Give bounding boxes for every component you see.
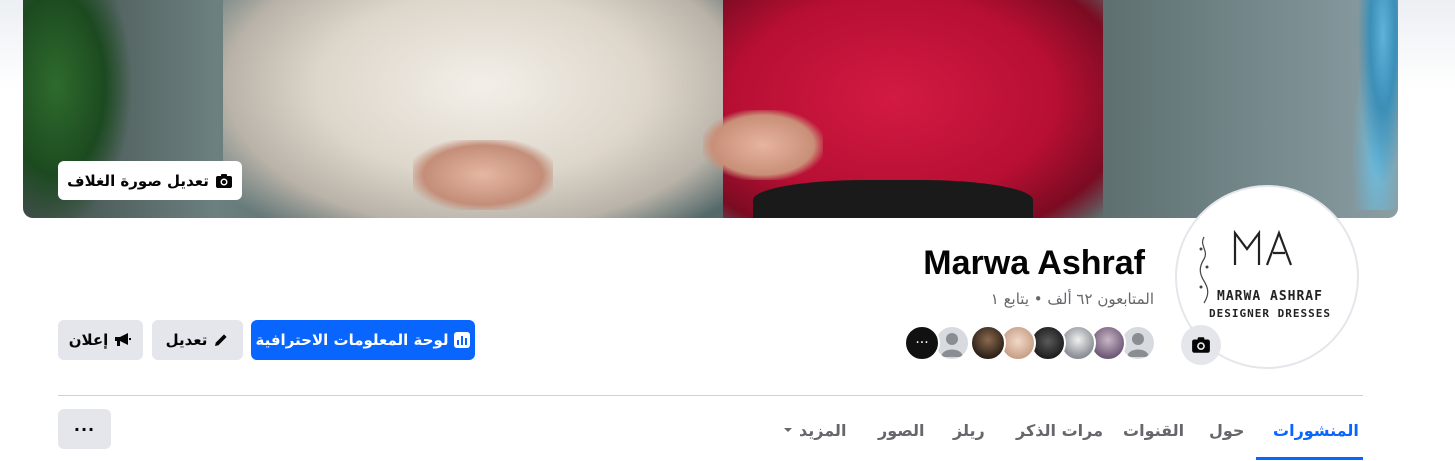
follower-avatar[interactable]: [970, 325, 1006, 361]
tab-label: حول: [1209, 420, 1245, 440]
default-user-icon: [1127, 333, 1149, 357]
professional-dashboard-label: لوحة المعلومات الاحترافية: [255, 331, 449, 349]
caret-down-icon: [784, 428, 792, 432]
tab-label: ريلز: [953, 420, 985, 440]
tab-posts[interactable]: المنشورات: [1273, 410, 1359, 450]
edit-profile-label: تعديل: [165, 331, 208, 349]
tab-label: مرات الذكر: [1016, 420, 1103, 440]
tab-more[interactable]: المزيد: [783, 410, 846, 450]
more-options-dots: ···: [73, 419, 96, 439]
default-user-icon: [941, 333, 963, 357]
advertise-button[interactable]: إعلان: [58, 320, 143, 360]
tab-mentions[interactable]: مرات الذكر: [1016, 410, 1103, 450]
tab-reels[interactable]: ريلز: [953, 410, 985, 450]
more-followers-button[interactable]: ···: [904, 325, 940, 361]
section-divider: [58, 395, 1363, 396]
tab-about[interactable]: حول: [1209, 410, 1244, 450]
camera-icon: [215, 173, 232, 188]
cover-hands: [413, 140, 553, 210]
cover-hand: [703, 110, 823, 180]
camera-icon: [1192, 337, 1210, 353]
active-tab-indicator: [1256, 457, 1363, 460]
logo-monogram: [1233, 229, 1293, 266]
tab-label: الصور: [878, 420, 925, 440]
edit-profile-button[interactable]: تعديل: [152, 320, 243, 360]
update-profile-picture-button[interactable]: [1181, 325, 1221, 365]
edit-cover-photo-button[interactable]: تعديل صورة الغلاف: [58, 161, 242, 200]
logo-tagline-text: DESIGNER DRESSES: [1209, 307, 1331, 320]
pencil-icon: [215, 334, 228, 346]
follower-stats[interactable]: المتابعون ٦٢ ألف • يتابع ١: [991, 290, 1154, 308]
cover-flowers: [1353, 0, 1398, 210]
tab-channels[interactable]: القنوات: [1123, 410, 1184, 450]
megaphone-icon: [115, 333, 132, 346]
professional-dashboard-button[interactable]: لوحة المعلومات الاحترافية: [251, 320, 475, 360]
tab-photos[interactable]: الصور: [878, 410, 925, 450]
tab-label: المزيد: [799, 420, 847, 440]
follower-avatars: ···: [904, 325, 1156, 361]
more-followers-dots: ···: [915, 335, 929, 351]
advertise-label: إعلان: [68, 331, 109, 349]
tab-label: القنوات: [1123, 420, 1185, 440]
tab-label: المنشورات: [1273, 420, 1359, 440]
more-options-button[interactable]: ···: [58, 409, 111, 449]
edit-cover-label: تعديل صورة الغلاف: [67, 171, 209, 190]
bar-chart-icon: [454, 332, 471, 348]
logo-name-text: MARWA ASHRAF: [1217, 289, 1323, 304]
profile-name: Marwa Ashraf: [923, 244, 1145, 282]
cover-dark-skirt: [753, 180, 1033, 218]
